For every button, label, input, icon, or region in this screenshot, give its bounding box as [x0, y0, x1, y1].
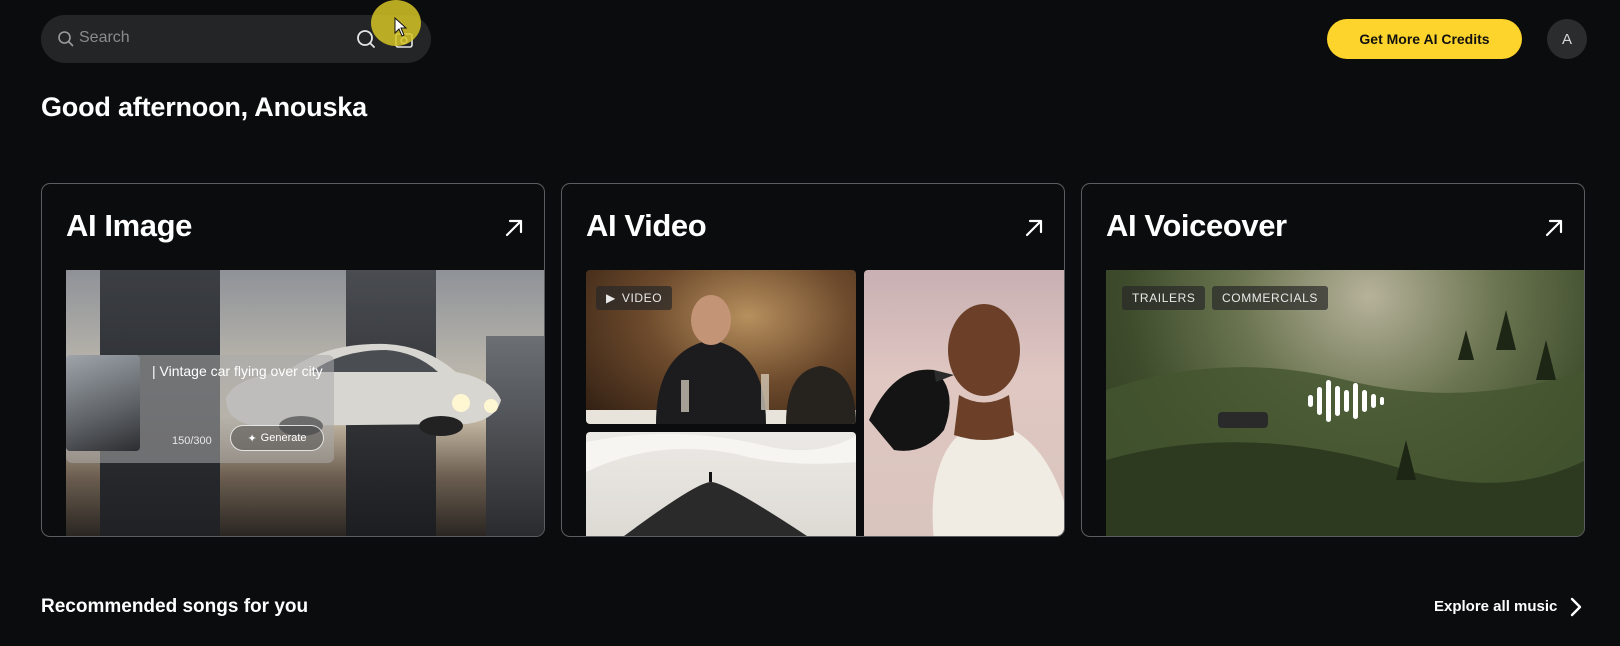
- commercials-chip-label: COMMERCIALS: [1222, 291, 1318, 305]
- prompt-thumbnail: [66, 355, 140, 451]
- ai-voiceover-card[interactable]: AI Voiceover TRAILERS COMMERCIALS: [1081, 183, 1585, 537]
- prompt-input[interactable]: | Vintage car flying over city: [152, 363, 323, 379]
- card-title: AI Video: [586, 208, 707, 243]
- search-input[interactable]: Search: [79, 29, 130, 47]
- trailers-chip[interactable]: TRAILERS: [1122, 286, 1206, 310]
- prompt-panel: | Vintage car flying over city 150/300 ✦…: [66, 355, 334, 463]
- card-title: AI Image: [66, 208, 193, 243]
- ai-video-card[interactable]: AI Video ▶ VIDEO: [561, 183, 1065, 537]
- commercials-chip[interactable]: COMMERCIALS: [1212, 286, 1328, 310]
- ai-video-preview: ▶ VIDEO: [586, 270, 1064, 536]
- generate-button[interactable]: ✦ Generate: [230, 425, 324, 451]
- ai-image-preview: | Vintage car flying over city 150/300 ✦…: [66, 270, 544, 536]
- video-chip: ▶ VIDEO: [596, 286, 673, 310]
- sparkle-icon: ✦: [247, 432, 257, 445]
- greeting-heading: Good afternoon, Anouska: [41, 92, 367, 122]
- character-counter: 150/300: [172, 435, 212, 447]
- mountain-scene-image: [586, 432, 856, 536]
- play-icon: ▶: [606, 291, 616, 305]
- recommended-songs-heading: Recommended songs for you: [41, 596, 309, 617]
- video-chip-label: VIDEO: [621, 291, 663, 305]
- trailers-chip-label: TRAILERS: [1132, 291, 1196, 305]
- chevron-right-icon[interactable]: [1568, 596, 1584, 618]
- explore-all-music-link[interactable]: Explore all music: [1434, 598, 1557, 615]
- arrow-up-right-icon[interactable]: [502, 216, 526, 240]
- mouse-pointer-icon: [394, 17, 408, 37]
- ai-voiceover-preview: TRAILERS COMMERCIALS: [1106, 270, 1584, 536]
- card-title: AI Voiceover: [1106, 208, 1287, 243]
- get-credits-button[interactable]: Get More AI Credits: [1327, 19, 1522, 59]
- avatar[interactable]: A: [1547, 19, 1587, 59]
- generate-label: Generate: [260, 432, 307, 444]
- portrait-with-crow-image: [864, 270, 1064, 536]
- sound-wave-icon: [1308, 380, 1384, 422]
- arrow-up-right-icon[interactable]: [1022, 216, 1046, 240]
- arrow-up-right-icon[interactable]: [1542, 216, 1566, 240]
- ai-image-card[interactable]: AI Image | Vintage car flying over city …: [41, 183, 545, 537]
- dinner-scene-image: ▶ VIDEO: [586, 270, 856, 424]
- search-icon: [58, 31, 74, 47]
